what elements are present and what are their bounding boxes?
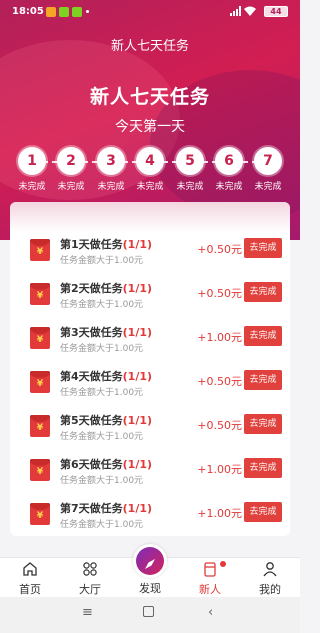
red-envelope-icon: ¥: [30, 459, 50, 481]
tab-home[interactable]: 首页: [0, 558, 60, 598]
task-description: 任务金额大于1.00元: [60, 256, 144, 266]
task-description: 任务金额大于1.00元: [60, 432, 144, 442]
task-row-day-2: ¥ 第2天做任务(1/1) 任务金额大于1.00元 +0.50元 去完成: [10, 273, 290, 317]
notification-icon: [46, 7, 56, 17]
home-icon: [23, 562, 37, 576]
gift-icon: [204, 562, 216, 577]
system-nav-bar: ≡ ‹: [0, 597, 300, 633]
notification-icon: [59, 7, 69, 17]
task-description: 任务金额大于1.00元: [60, 476, 144, 486]
red-envelope-icon: ¥: [30, 503, 50, 525]
hero-title: 新人七天任务: [89, 86, 210, 108]
step-number: 1: [18, 147, 46, 175]
signal-icon: [230, 6, 241, 16]
step-status: 未完成: [97, 182, 125, 192]
task-list: ¥ 第1天做任务(1/1) 任务金额大于1.00元 +0.50元 去完成 ¥ 第…: [10, 202, 290, 536]
go-complete-button[interactable]: 去完成: [244, 502, 282, 522]
user-icon: [263, 562, 277, 577]
step-status: 未完成: [215, 182, 243, 192]
battery-icon: 44: [264, 6, 288, 17]
task-title: 第1天做任务(1/1): [60, 238, 153, 251]
go-complete-button[interactable]: 去完成: [244, 458, 282, 478]
panel-header-fade: [10, 202, 290, 232]
grid-icon: [83, 562, 97, 576]
tab-mine[interactable]: 我的: [240, 558, 300, 598]
step-number: 3: [97, 147, 125, 175]
task-reward: +0.50元: [197, 243, 242, 256]
red-envelope-icon: ¥: [30, 415, 50, 437]
menu-icon[interactable]: ≡: [82, 605, 93, 620]
step-status: 未完成: [254, 182, 282, 192]
red-envelope-icon: ¥: [30, 371, 50, 393]
step-day-6: 6 未完成: [209, 147, 249, 192]
step-day-7: 7 未完成: [248, 147, 288, 192]
step-number: 2: [57, 147, 85, 175]
back-icon[interactable]: ‹: [208, 605, 213, 620]
step-number: 7: [254, 147, 282, 175]
more-notifications-icon: [86, 10, 89, 13]
hero-subtitle: 今天第一天: [115, 119, 185, 135]
task-row-day-6: ¥ 第6天做任务(1/1) 任务金额大于1.00元 +1.00元 去完成: [10, 449, 290, 493]
task-description: 任务金额大于1.00元: [60, 300, 144, 310]
step-day-3: 3 未完成: [91, 147, 131, 192]
task-title: 第4天做任务(1/1): [60, 370, 153, 383]
compass-icon: [133, 544, 167, 578]
notification-icon: [72, 7, 82, 17]
go-complete-button[interactable]: 去完成: [244, 370, 282, 390]
status-bar: 18:05 44: [0, 0, 300, 24]
task-reward: +0.50元: [197, 287, 242, 300]
tab-label: 我的: [259, 583, 281, 596]
task-title: 第7天做任务(1/1): [60, 502, 153, 515]
task-reward: +0.50元: [197, 419, 242, 432]
bottom-tab-bar: 首页 大厅 发现 新人 我的: [0, 544, 300, 598]
task-row-day-5: ¥ 第5天做任务(1/1) 任务金额大于1.00元 +0.50元 去完成: [10, 405, 290, 449]
go-complete-button[interactable]: 去完成: [244, 238, 282, 258]
step-day-5: 5 未完成: [170, 147, 210, 192]
red-envelope-icon: ¥: [30, 283, 50, 305]
task-row-day-3: ¥ 第3天做任务(1/1) 任务金额大于1.00元 +1.00元 去完成: [10, 317, 290, 361]
step-number: 4: [136, 147, 164, 175]
step-status: 未完成: [176, 182, 204, 192]
task-row-day-4: ¥ 第4天做任务(1/1) 任务金额大于1.00元 +0.50元 去完成: [10, 361, 290, 405]
tab-label: 新人: [199, 583, 221, 596]
task-reward: +1.00元: [197, 463, 242, 476]
step-day-1: 1 未完成: [12, 147, 52, 192]
tab-discover[interactable]: 发现: [120, 544, 180, 598]
task-description: 任务金额大于1.00元: [60, 388, 144, 398]
step-status: 未完成: [136, 182, 164, 192]
step-number: 6: [215, 147, 243, 175]
status-time: 18:05: [12, 6, 44, 17]
red-envelope-icon: ¥: [30, 239, 50, 261]
red-envelope-icon: ¥: [30, 327, 50, 349]
task-row-day-7: ¥ 第7天做任务(1/1) 任务金额大于1.00元 +1.00元 去完成: [10, 493, 290, 536]
go-complete-button[interactable]: 去完成: [244, 282, 282, 302]
page-title: 新人七天任务: [110, 39, 189, 54]
home-square-icon[interactable]: [143, 606, 154, 617]
step-status: 未完成: [18, 182, 46, 192]
tab-lobby[interactable]: 大厅: [60, 558, 120, 598]
go-complete-button[interactable]: 去完成: [244, 414, 282, 434]
go-complete-button[interactable]: 去完成: [244, 326, 282, 346]
task-reward: +1.00元: [197, 331, 242, 344]
step-day-4: 4 未完成: [130, 147, 170, 192]
task-title: 第2天做任务(1/1): [60, 282, 153, 295]
wifi-icon: [244, 6, 256, 16]
task-reward: +0.50元: [197, 375, 242, 388]
task-row-day-1: ¥ 第1天做任务(1/1) 任务金额大于1.00元 +0.50元 去完成: [10, 229, 290, 273]
tab-newbie[interactable]: 新人: [180, 558, 240, 598]
notification-badge: [220, 561, 226, 567]
task-description: 任务金额大于1.00元: [60, 520, 144, 530]
task-title: 第6天做任务(1/1): [60, 458, 153, 471]
task-description: 任务金额大于1.00元: [60, 344, 144, 354]
step-number: 5: [176, 147, 204, 175]
step-day-2: 2 未完成: [51, 147, 91, 192]
tab-label: 首页: [19, 583, 41, 596]
task-title: 第3天做任务(1/1): [60, 326, 153, 339]
task-title: 第5天做任务(1/1): [60, 414, 153, 427]
task-reward: +1.00元: [197, 507, 242, 520]
tab-label: 大厅: [79, 583, 101, 596]
tab-label: 发现: [139, 582, 161, 595]
step-status: 未完成: [57, 182, 85, 192]
